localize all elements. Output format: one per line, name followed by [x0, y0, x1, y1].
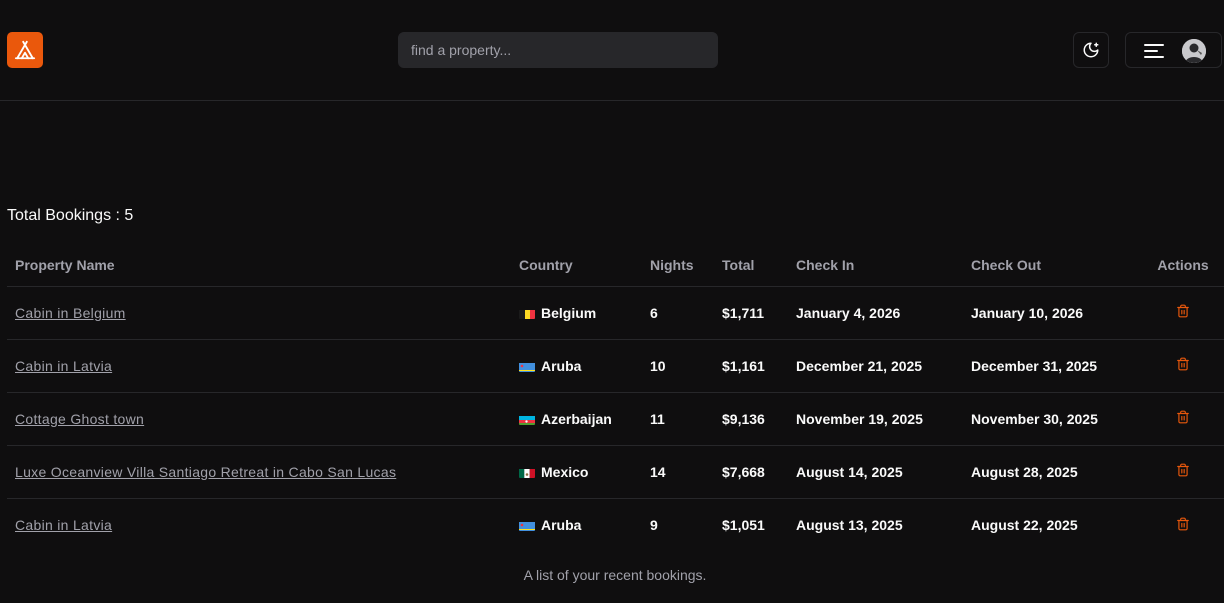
- check-out-date: August 28, 2025: [963, 445, 1142, 499]
- column-header-total: Total: [714, 244, 788, 287]
- delete-booking-button[interactable]: [1176, 463, 1190, 480]
- table-row: Cabin in Latvia Aruba 10 $1,161 December…: [7, 339, 1224, 393]
- azerbaijan-flag-icon: [519, 414, 535, 425]
- column-header-check-in: Check In: [788, 244, 963, 287]
- country-name: Mexico: [541, 463, 589, 480]
- delete-booking-button[interactable]: [1176, 517, 1190, 534]
- check-in-date: August 14, 2025: [788, 445, 963, 499]
- check-out-date: November 30, 2025: [963, 392, 1142, 446]
- property-link[interactable]: Luxe Oceanview Villa Santiago Retreat in…: [15, 464, 396, 480]
- table-caption: A list of your recent bookings.: [523, 567, 707, 583]
- total-bookings-heading: Total Bookings : 5: [7, 207, 134, 224]
- trash-icon: [1177, 304, 1189, 318]
- menu-lines-icon: [1144, 44, 1164, 58]
- delete-booking-button[interactable]: [1176, 304, 1190, 321]
- trash-icon: [1177, 517, 1189, 531]
- trash-icon: [1177, 357, 1189, 371]
- user-menu-button[interactable]: [1125, 32, 1222, 68]
- table-header-row: Property Name Country Nights Total Check…: [7, 244, 1224, 287]
- column-header-actions: Actions: [1142, 244, 1224, 287]
- table-row: Cabin in Latvia Aruba 9 $1,051 August 13…: [7, 498, 1224, 551]
- property-link[interactable]: Cabin in Latvia: [15, 517, 112, 533]
- table-row: Luxe Oceanview Villa Santiago Retreat in…: [7, 445, 1224, 499]
- table-row: Cottage Ghost town Azerbaijan 11 $9,136 …: [7, 392, 1224, 446]
- column-header-property: Property Name: [7, 244, 511, 287]
- total-value: $1,161: [714, 339, 788, 393]
- check-out-date: August 22, 2025: [971, 516, 1078, 533]
- navbar: [0, 0, 1224, 101]
- total-value: $7,668: [714, 445, 788, 499]
- avatar: [1182, 39, 1206, 63]
- delete-booking-button[interactable]: [1176, 357, 1190, 374]
- aruba-flag-icon: [519, 361, 535, 372]
- logo-button[interactable]: [7, 32, 43, 68]
- check-out-date: December 31, 2025: [963, 339, 1142, 393]
- belgium-flag-icon: [519, 308, 535, 319]
- nights-value: 6: [642, 286, 714, 340]
- tent-icon: [14, 40, 36, 60]
- theme-toggle-button[interactable]: [1073, 32, 1109, 68]
- property-link[interactable]: Cabin in Latvia: [15, 358, 112, 374]
- moon-star-icon: [1083, 42, 1099, 58]
- nights-value: 9: [650, 516, 658, 533]
- nights-value: 11: [642, 392, 714, 446]
- country-name: Aruba: [541, 357, 582, 374]
- column-header-check-out: Check Out: [963, 244, 1142, 287]
- mexico-flag-icon: [519, 467, 535, 478]
- country-name: Belgium: [541, 304, 597, 321]
- delete-booking-button[interactable]: [1176, 410, 1190, 427]
- search-input[interactable]: [398, 32, 718, 68]
- column-header-nights: Nights: [642, 244, 714, 287]
- column-header-country: Country: [511, 244, 642, 287]
- property-link[interactable]: Cabin in Belgium: [15, 305, 126, 321]
- check-in-date: November 19, 2025: [788, 392, 963, 446]
- table-row: Cabin in Belgium Belgium 6 $1,711 Januar…: [7, 286, 1224, 340]
- nights-value: 14: [642, 445, 714, 499]
- bookings-table: Property Name Country Nights Total Check…: [7, 244, 1224, 551]
- trash-icon: [1177, 463, 1189, 477]
- country-name: Azerbaijan: [541, 410, 612, 427]
- total-value: $1,051: [722, 516, 765, 533]
- total-value: $9,136: [714, 392, 788, 446]
- total-value: $1,711: [714, 286, 788, 340]
- nights-value: 10: [642, 339, 714, 393]
- check-in-date: August 13, 2025: [796, 516, 903, 533]
- property-link[interactable]: Cottage Ghost town: [15, 411, 144, 427]
- check-in-date: December 21, 2025: [788, 339, 963, 393]
- check-in-date: January 4, 2026: [788, 286, 963, 340]
- country-name: Aruba: [541, 516, 582, 533]
- trash-icon: [1177, 410, 1189, 424]
- check-out-date: January 10, 2026: [963, 286, 1142, 340]
- aruba-flag-icon: [519, 520, 535, 531]
